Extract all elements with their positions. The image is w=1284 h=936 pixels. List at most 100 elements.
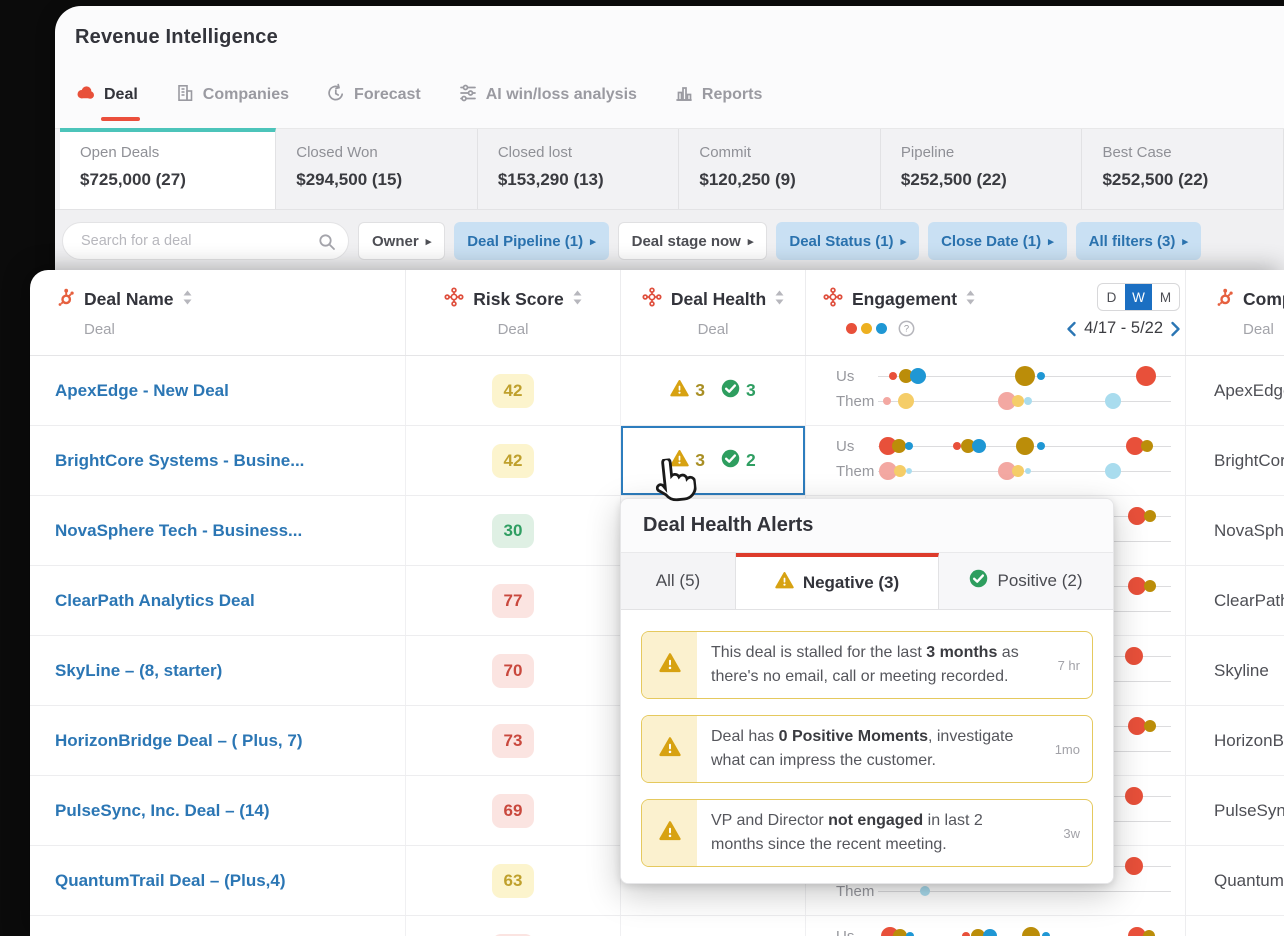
deal-health-cell[interactable]: 33: [620, 356, 805, 425]
positive-count: 2: [746, 450, 756, 470]
deal-health-alerts-popup: Deal Health Alerts All (5) Negative (3) Po…: [620, 498, 1114, 884]
column-header-deal-name[interactable]: Deal Name Deal: [30, 270, 405, 355]
engagement-cell[interactable]: UsThem: [805, 916, 1185, 936]
deal-name-link[interactable]: HorizonBridge Deal – ( Plus, 7): [30, 706, 405, 775]
company-name: HorizonB: [1185, 706, 1284, 775]
risk-score-badge: 63: [492, 863, 534, 898]
engagement-dot: [906, 932, 915, 936]
engagement-dot: [1124, 857, 1143, 875]
column-sublabel: Deal: [1243, 321, 1274, 338]
deal-name-link[interactable]: NovaSphere Tech - Business...: [30, 496, 405, 565]
tab-ai-win-loss-analysis[interactable]: AI win/loss analysis: [458, 83, 637, 108]
tab-forecast[interactable]: Forecast: [326, 83, 421, 108]
filter-close-date-1[interactable]: Close Date (1) ▸: [928, 222, 1067, 260]
risk-score-badge: 77: [492, 583, 534, 618]
filter-deal-pipeline-1[interactable]: Deal Pipeline (1) ▸: [454, 222, 609, 260]
summary-card-closed-lost[interactable]: Closed lost $153,290 (13): [478, 129, 680, 209]
engagement-dot: [1143, 720, 1156, 732]
period-toggle-week[interactable]: W: [1125, 284, 1152, 310]
period-toggle-month[interactable]: M: [1152, 284, 1179, 310]
tab-reports[interactable]: Reports: [674, 83, 762, 108]
engagement-dot: [972, 439, 987, 453]
check-icon: [969, 569, 988, 593]
risk-score-cell: 77: [405, 566, 620, 635]
filter-deal-stage-now[interactable]: Deal stage now ▸: [617, 222, 768, 260]
summary-card-label: Pipeline: [900, 144, 955, 161]
workflow-node-icon: [444, 287, 464, 312]
period-toggle-day[interactable]: D: [1098, 284, 1125, 310]
deal-health-cell[interactable]: 32: [620, 426, 805, 495]
risk-score-cell: 73: [405, 706, 620, 775]
risk-score-cell: 42: [405, 426, 620, 495]
column-header-company[interactable]: Comp Deal: [1185, 270, 1284, 355]
negative-count: 3: [695, 450, 705, 470]
warning-icon: [775, 571, 794, 595]
sort-icon[interactable]: [966, 289, 975, 311]
column-header-engagement[interactable]: Engagement ? D W M 4/17 - 5/22: [805, 270, 1185, 355]
engagement-dot: [1011, 395, 1024, 407]
filter-all-filters-3[interactable]: All filters (3) ▸: [1075, 222, 1201, 260]
table-row: ApexEdge - New Deal4233UsThemApexEdge: [30, 356, 1284, 426]
sort-icon[interactable]: [183, 289, 192, 311]
filter-owner[interactable]: Owner ▸: [358, 222, 446, 260]
deal-name-link[interactable]: SkyLine – (8, starter): [30, 636, 405, 705]
table-row: UsThem: [30, 916, 1284, 936]
summary-card-pipeline[interactable]: Pipeline $252,500 (22): [881, 129, 1083, 209]
deal-name-link[interactable]: PulseSync, Inc. Deal – (14): [30, 776, 405, 845]
alert-card[interactable]: Deal has 0 Positive Moments, investigate…: [641, 715, 1093, 783]
engagement-dot: [1127, 507, 1146, 525]
deal-logo-icon: [75, 84, 96, 107]
engagement-dot: [1141, 440, 1153, 452]
risk-score-cell: [405, 916, 620, 936]
risk-score-cell: 63: [405, 846, 620, 915]
engagement-dot: [962, 932, 971, 936]
summary-card-value: $252,500 (22): [900, 170, 1007, 189]
deal-name-link[interactable]: ApexEdge - New Deal: [30, 356, 405, 425]
column-header-risk-score[interactable]: Risk Score Deal: [405, 270, 620, 355]
tab-companies[interactable]: Companies: [175, 83, 289, 108]
popup-tab-label: Positive (2): [997, 571, 1083, 590]
filter-buttons: Owner ▸ Deal Pipeline (1) ▸ Deal stage now ▸ D…: [358, 222, 1201, 260]
sort-icon[interactable]: [775, 289, 784, 311]
column-header-deal-health[interactable]: Deal Health Deal: [620, 270, 805, 355]
summary-card-value: $725,000 (27): [80, 170, 186, 189]
summary-card-open-deals[interactable]: Open Deals $725,000 (27): [60, 128, 277, 209]
search-box[interactable]: [62, 222, 349, 260]
risk-score-badge: 73: [492, 723, 534, 758]
popup-tab-positive-2[interactable]: Positive (2): [939, 553, 1113, 609]
search-input[interactable]: [79, 223, 313, 259]
filter-label: Close Date (1): [941, 232, 1042, 250]
engagement-cell[interactable]: UsThem: [805, 426, 1185, 495]
engagement-dot: [1037, 442, 1046, 450]
engagement-dot: [1024, 468, 1031, 474]
alerts-list: This deal is stalled for the last 3 mont…: [621, 610, 1113, 883]
check-icon: [721, 449, 740, 473]
help-icon[interactable]: ?: [898, 320, 915, 337]
chevron-right-icon[interactable]: [1170, 321, 1181, 337]
summary-card-best-case[interactable]: Best Case $252,500 (22): [1082, 129, 1284, 209]
warning-icon: [658, 820, 681, 847]
alert-card[interactable]: This deal is stalled for the last 3 mont…: [641, 631, 1093, 699]
deal-health-cell[interactable]: [620, 916, 805, 936]
app-window: Revenue Intelligence Deal Companies Foreca…: [55, 6, 1284, 292]
deal-name-link[interactable]: BrightCore Systems - Busine...: [30, 426, 405, 495]
deal-name-link[interactable]: ClearPath Analytics Deal: [30, 566, 405, 635]
chevron-left-icon[interactable]: [1066, 321, 1077, 337]
engagement-cell[interactable]: UsThem: [805, 356, 1185, 425]
summary-card-commit[interactable]: Commit $120,250 (9): [679, 129, 881, 209]
sort-icon[interactable]: [573, 289, 582, 311]
alert-card[interactable]: VP and Director not engaged in last 2 mo…: [641, 799, 1093, 867]
filter-label: Deal Status (1): [789, 232, 894, 250]
tab-label: Deal: [104, 86, 138, 103]
popup-tab-all-5[interactable]: All (5): [621, 553, 736, 609]
tab-deal[interactable]: Deal: [75, 84, 140, 121]
engagement-dot: [1105, 463, 1122, 479]
engagement-us-label: Us: [836, 438, 855, 455]
engagement-dot: [1124, 647, 1143, 665]
engagement-dot: [1016, 437, 1034, 455]
engagement-dot: [1015, 366, 1035, 386]
popup-tab-negative-3[interactable]: Negative (3): [736, 553, 939, 609]
summary-card-closed-won[interactable]: Closed Won $294,500 (15): [276, 129, 478, 209]
deal-name-link[interactable]: QuantumTrail Deal – (Plus,4): [30, 846, 405, 915]
filter-deal-status-1[interactable]: Deal Status (1) ▸: [776, 222, 920, 260]
